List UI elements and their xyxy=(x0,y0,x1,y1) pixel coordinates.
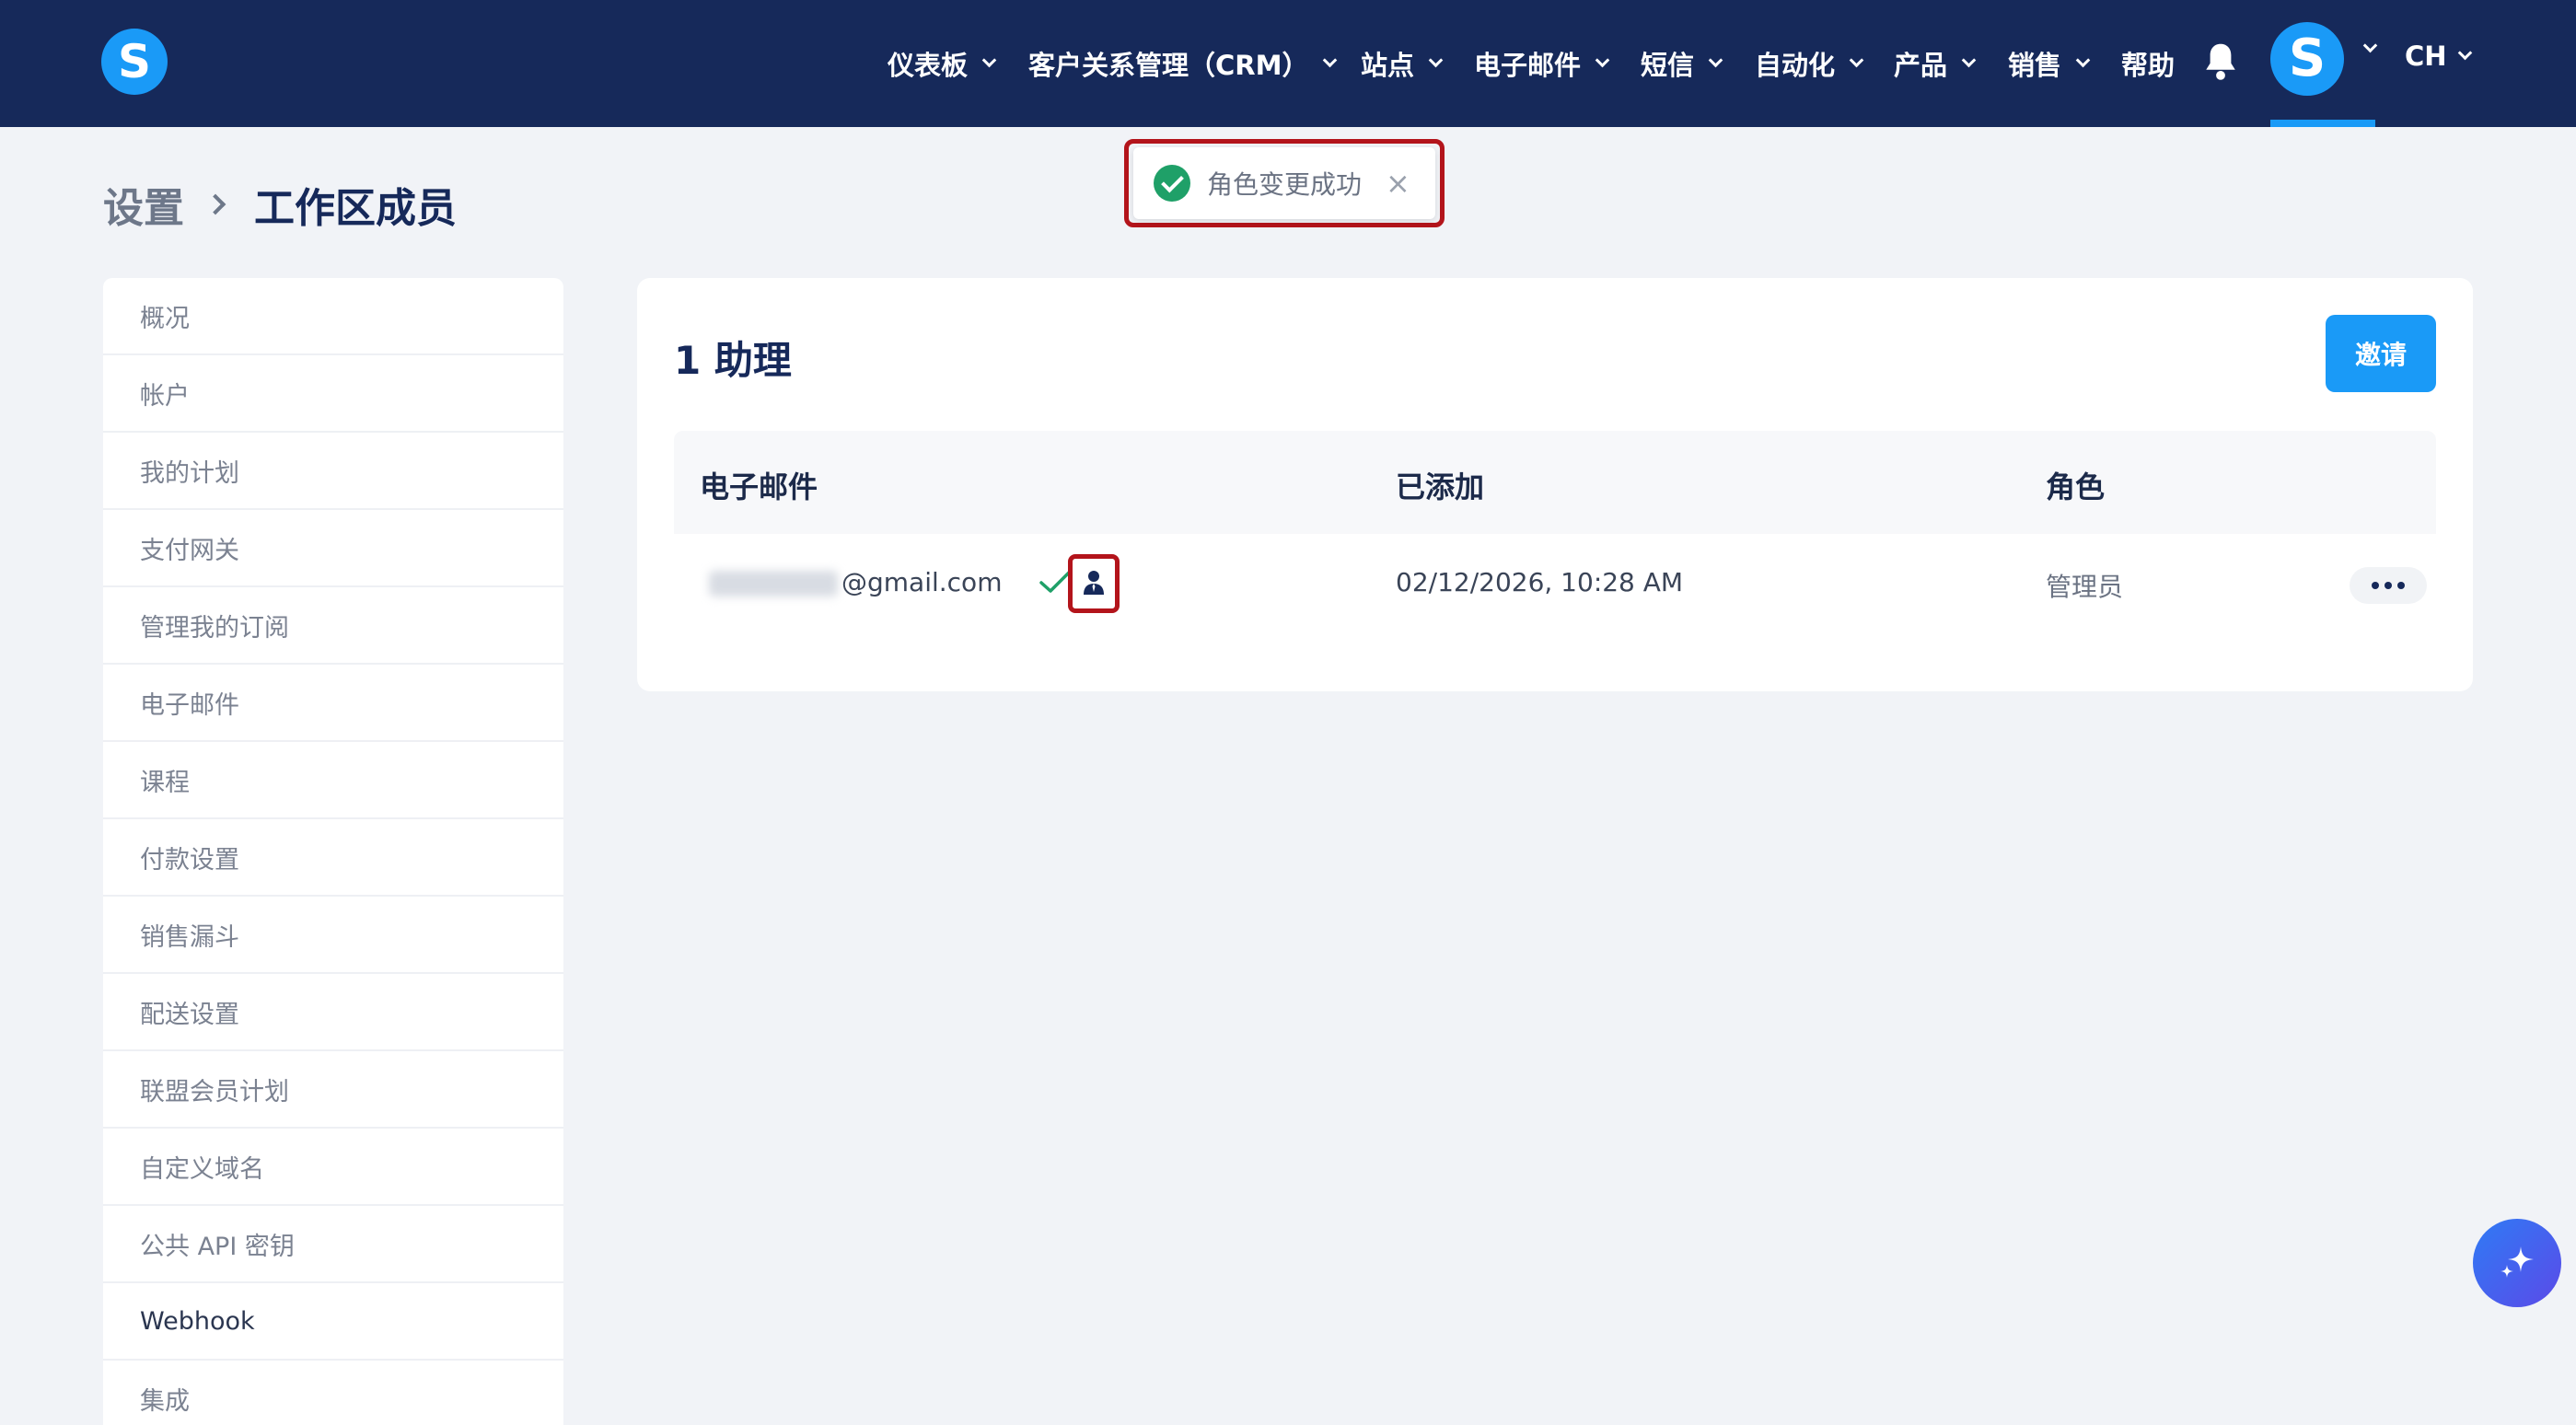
chevron-down-icon xyxy=(1323,52,1338,67)
nav-item-label: 短信 xyxy=(1641,50,1695,81)
nav-item-email[interactable]: 电子邮件 xyxy=(1474,0,1610,127)
chevron-down-icon xyxy=(1708,52,1723,67)
nav-item-label: 站点 xyxy=(1361,50,1415,81)
nav-item-automation[interactable]: 自动化 xyxy=(1755,0,1864,127)
more-actions-button[interactable] xyxy=(2350,567,2427,604)
chevron-down-icon[interactable] xyxy=(2362,38,2378,53)
nav-item-dashboard[interactable]: 仪表板 xyxy=(888,0,997,127)
verified-check-icon xyxy=(1039,571,1071,593)
language-selector[interactable]: CH xyxy=(2405,41,2472,72)
close-icon[interactable]: × xyxy=(1386,168,1410,198)
nav-item-crm[interactable]: 客户关系管理（CRM） xyxy=(1028,0,1338,127)
language-label: CH xyxy=(2405,41,2447,72)
sidebar-item-shipping[interactable]: 配送设置 xyxy=(103,974,563,1051)
chevron-down-icon xyxy=(1961,52,1977,67)
nav-item-label: 销售 xyxy=(2008,50,2062,81)
sidebar-item-payment-gateways[interactable]: 支付网关 xyxy=(103,510,563,587)
nav-item-label: 仪表板 xyxy=(888,50,969,81)
invite-button[interactable]: 邀请 xyxy=(2326,315,2436,392)
column-header-email: 电子邮件 xyxy=(700,469,818,504)
nav-item-label: 客户关系管理（CRM） xyxy=(1028,50,1309,81)
sidebar-item-my-plan[interactable]: 我的计划 xyxy=(103,433,563,510)
sidebar-item-custom-domain[interactable]: 自定义域名 xyxy=(103,1129,563,1206)
nav-item-help[interactable]: 帮助 xyxy=(2121,0,2175,127)
member-added-date: 02/12/2026, 10:28 AM xyxy=(1396,567,1684,597)
sidebar-item-integrations[interactable]: 集成 xyxy=(103,1361,563,1425)
table-row: @gmail.com 02/12/2026, 10:28 AM 管理员 xyxy=(674,534,2436,635)
sidebar-item-overview[interactable]: 概况 xyxy=(103,278,563,355)
redacted-email-prefix xyxy=(709,571,838,597)
page-title: 工作区成员 xyxy=(254,185,457,232)
sidebar-item-manage-subscription[interactable]: 管理我的订阅 xyxy=(103,587,563,665)
sidebar-item-payment-settings[interactable]: 付款设置 xyxy=(103,819,563,897)
nav-item-label: 自动化 xyxy=(1755,50,1836,81)
sidebar-item-courses[interactable]: 课程 xyxy=(103,742,563,819)
nav-item-label: 电子邮件 xyxy=(1474,50,1582,81)
sidebar-item-affiliate[interactable]: 联盟会员计划 xyxy=(103,1051,563,1129)
sidebar-item-api-keys[interactable]: 公共 API 密钥 xyxy=(103,1206,563,1283)
dot xyxy=(2397,582,2405,589)
user-avatar[interactable]: S xyxy=(2270,22,2344,96)
success-toast: 角色变更成功 × xyxy=(1133,147,1435,219)
success-check-icon xyxy=(1154,165,1190,202)
chevron-right-icon xyxy=(204,193,226,215)
table-header: 电子邮件 已添加 角色 xyxy=(674,431,2436,534)
dot xyxy=(2372,582,2379,589)
brand-logo[interactable]: S xyxy=(101,29,168,95)
admin-user-icon[interactable] xyxy=(1079,567,1108,597)
nav-item-sales[interactable]: 销售 xyxy=(2008,0,2091,127)
sidebar-item-email[interactable]: 电子邮件 xyxy=(103,665,563,742)
notification-bell-icon[interactable] xyxy=(2201,41,2240,83)
member-role: 管理员 xyxy=(2046,572,2124,602)
members-count-title: 1 助理 xyxy=(674,338,792,383)
nav-item-sms[interactable]: 短信 xyxy=(1641,0,1723,127)
breadcrumb-settings-link[interactable]: 设置 xyxy=(103,175,184,234)
nav-item-label: 产品 xyxy=(1894,50,1948,81)
sidebar-item-account[interactable]: 帐户 xyxy=(103,355,563,433)
chevron-down-icon xyxy=(1849,52,1864,67)
chevron-down-icon xyxy=(2075,52,2091,67)
avatar-active-indicator xyxy=(2270,120,2375,127)
sidebar-item-webhook[interactable]: Webhook xyxy=(103,1283,563,1361)
chevron-down-icon xyxy=(2457,45,2472,60)
member-email: @gmail.com xyxy=(841,567,1003,597)
chevron-down-icon xyxy=(981,52,997,67)
dot xyxy=(2385,582,2392,589)
top-navigation-bar: S 仪表板 客户关系管理（CRM） 站点 电子邮件 短信 自动化 产品 销售 帮… xyxy=(0,0,2576,127)
breadcrumb: 设置 工作区成员 xyxy=(103,175,457,234)
workspace-members-card: 1 助理 邀请 电子邮件 已添加 角色 @gmail.com 02/12/202… xyxy=(637,278,2473,691)
column-header-added: 已添加 xyxy=(1396,469,1485,504)
sparkle-icon xyxy=(2501,1246,2534,1278)
chevron-down-icon xyxy=(1428,52,1444,67)
nav-item-label: 帮助 xyxy=(2121,50,2176,81)
column-header-role: 角色 xyxy=(2046,469,2106,504)
nav-item-products[interactable]: 产品 xyxy=(1894,0,1977,127)
ai-assistant-button[interactable] xyxy=(2473,1219,2561,1307)
toast-message: 角色变更成功 xyxy=(1207,169,1363,200)
settings-sidebar: 概况 帐户 我的计划 支付网关 管理我的订阅 电子邮件 课程 付款设置 销售漏斗… xyxy=(103,278,563,1425)
chevron-down-icon xyxy=(1595,52,1610,67)
sidebar-item-sales-funnels[interactable]: 销售漏斗 xyxy=(103,897,563,974)
nav-item-sites[interactable]: 站点 xyxy=(1361,0,1444,127)
